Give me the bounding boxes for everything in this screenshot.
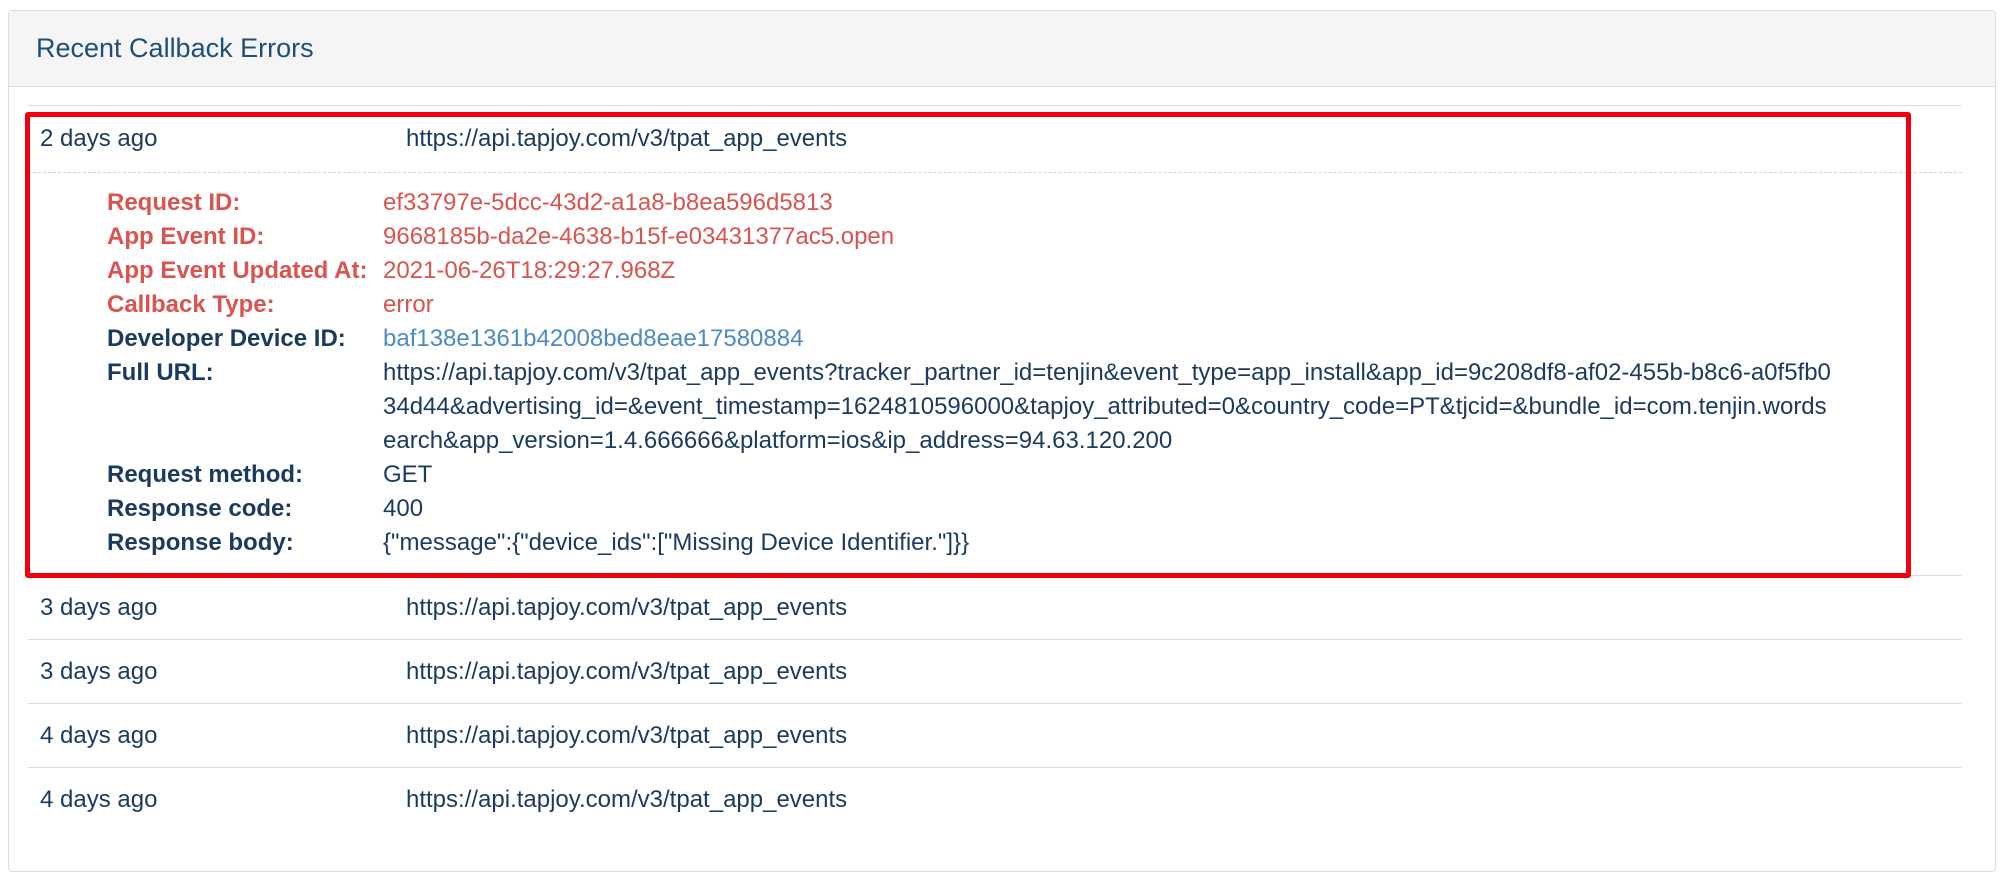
detail-app-event-updated-at: App Event Updated At: 2021-06-26T18:29:2…: [107, 254, 1867, 288]
detail-label: Request method:: [107, 461, 304, 488]
detail-developer-device-id: Developer Device ID: baf138e1361b42008be…: [107, 322, 1867, 356]
error-age: 4 days ago: [40, 786, 158, 813]
detail-label: App Event Updated At:: [107, 257, 368, 284]
error-row[interactable]: 4 days ago https://api.tapjoy.com/v3/tpa…: [28, 703, 1962, 767]
error-row[interactable]: 3 days ago https://api.tapjoy.com/v3/tpa…: [28, 639, 1962, 703]
error-url[interactable]: https://api.tapjoy.com/v3/tpat_app_event…: [406, 640, 847, 704]
callback-error-list: 2 days ago https://api.tapjoy.com/v3/tpa…: [28, 105, 1962, 831]
detail-value: 2021-06-26T18:29:27.968Z: [383, 257, 676, 284]
error-row-summary[interactable]: 2 days ago https://api.tapjoy.com/v3/tpa…: [28, 106, 1962, 173]
developer-device-id-link[interactable]: baf138e1361b42008bed8eae17580884: [383, 322, 1833, 356]
error-url[interactable]: https://api.tapjoy.com/v3/tpat_app_event…: [406, 576, 847, 640]
error-age: 2 days ago: [40, 125, 158, 152]
panel-heading: Recent Callback Errors: [9, 11, 1995, 87]
detail-label: Request ID:: [107, 189, 241, 216]
detail-label: App Event ID:: [107, 223, 265, 250]
detail-value: 9668185b-da2e-4638-b15f-e03431377ac5.ope…: [383, 223, 895, 250]
detail-label: Developer Device ID:: [107, 325, 346, 352]
detail-label: Response code:: [107, 495, 293, 522]
error-row[interactable]: 4 days ago https://api.tapjoy.com/v3/tpa…: [28, 767, 1962, 831]
panel-title: Recent Callback Errors: [36, 33, 314, 63]
error-age: 3 days ago: [40, 594, 158, 621]
detail-callback-type: Callback Type: error: [107, 288, 1867, 322]
detail-value: {"message":{"device_ids":["Missing Devic…: [383, 529, 970, 556]
detail-response-body: Response body: {"message":{"device_ids":…: [107, 526, 1867, 560]
error-age: 4 days ago: [40, 722, 158, 749]
error-row-expanded[interactable]: 2 days ago https://api.tapjoy.com/v3/tpa…: [28, 105, 1962, 575]
error-url[interactable]: https://api.tapjoy.com/v3/tpat_app_event…: [406, 106, 847, 172]
error-url[interactable]: https://api.tapjoy.com/v3/tpat_app_event…: [406, 704, 847, 768]
detail-response-code: Response code: 400: [107, 492, 1867, 526]
detail-request-method: Request method: GET: [107, 458, 1867, 492]
detail-full-url: Full URL: https://api.tapjoy.com/v3/tpat…: [107, 356, 1867, 458]
error-row[interactable]: 3 days ago https://api.tapjoy.com/v3/tpa…: [28, 575, 1962, 639]
detail-value: https://api.tapjoy.com/v3/tpat_app_event…: [383, 359, 1831, 454]
detail-label: Callback Type:: [107, 291, 275, 318]
error-details: Request ID: ef33797e-5dcc-43d2-a1a8-b8ea…: [107, 186, 1867, 560]
error-age: 3 days ago: [40, 658, 158, 685]
detail-value: GET: [383, 461, 433, 488]
detail-value: ef33797e-5dcc-43d2-a1a8-b8ea596d5813: [383, 189, 833, 216]
detail-value: error: [383, 291, 434, 318]
detail-value: 400: [383, 495, 424, 522]
detail-app-event-id: App Event ID: 9668185b-da2e-4638-b15f-e0…: [107, 220, 1867, 254]
detail-request-id: Request ID: ef33797e-5dcc-43d2-a1a8-b8ea…: [107, 186, 1867, 220]
error-url[interactable]: https://api.tapjoy.com/v3/tpat_app_event…: [406, 768, 847, 832]
detail-label: Response body:: [107, 529, 294, 556]
detail-label: Full URL:: [107, 359, 214, 386]
